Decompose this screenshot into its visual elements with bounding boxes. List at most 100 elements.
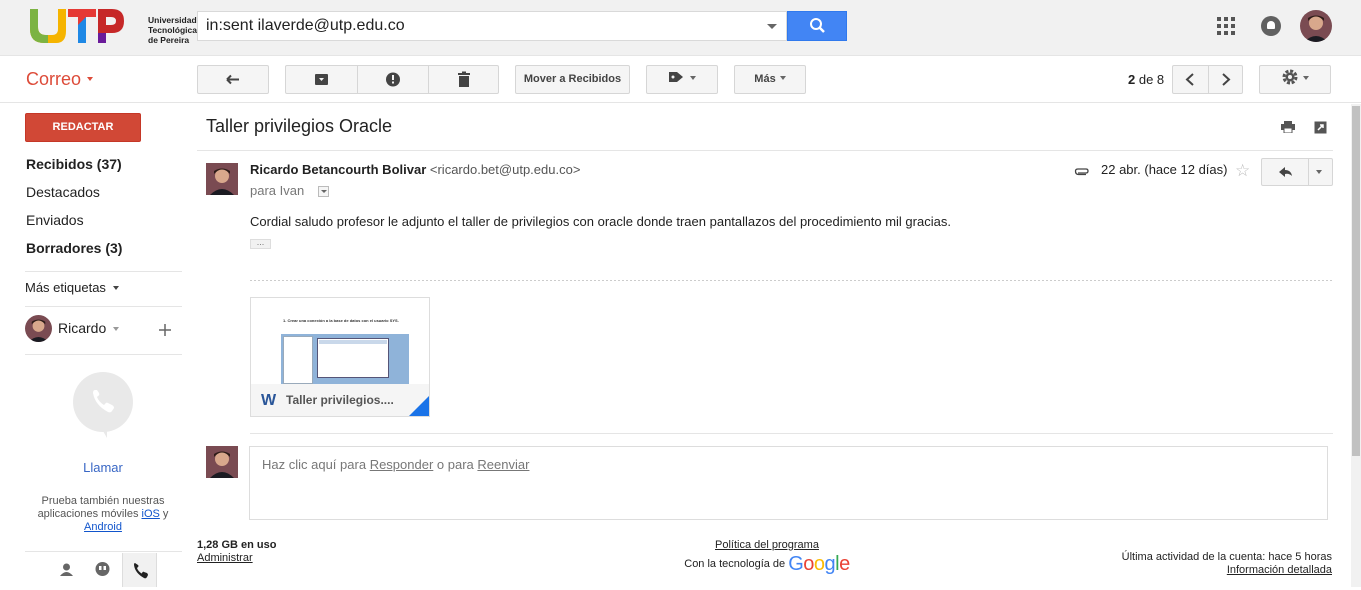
star-icon[interactable]: ☆: [1235, 162, 1250, 179]
notifications-bell-icon[interactable]: [1261, 16, 1281, 36]
divider: [250, 433, 1333, 434]
call-link[interactable]: Llamar: [0, 460, 206, 475]
logo-line-1: Universidad: [148, 15, 197, 25]
message-body: Cordial saludo profesor le adjunto el ta…: [250, 214, 951, 229]
scrollbar-thumb[interactable]: [1352, 106, 1360, 456]
chevron-right-icon: [1222, 73, 1231, 86]
back-button[interactable]: [197, 65, 269, 94]
newer-button[interactable]: [1173, 66, 1208, 93]
tab-contacts[interactable]: [49, 553, 84, 587]
reply-link[interactable]: Responder: [370, 457, 434, 472]
logo-line-3: de Pereira: [148, 35, 190, 45]
android-link[interactable]: Android: [84, 521, 122, 533]
hangouts-user-name: Ricardo: [58, 320, 120, 336]
reply-button[interactable]: [1262, 159, 1308, 185]
sidebar-item-inbox[interactable]: Recibidos (37): [26, 156, 122, 172]
account-activity: Última actividad de la cuenta: hace 5 ho…: [1122, 551, 1332, 577]
print-icon[interactable]: [1281, 121, 1295, 133]
report-spam-button[interactable]: [358, 66, 428, 93]
message-subject: Taller privilegios Oracle: [206, 116, 393, 136]
more-button-label: Más: [754, 73, 776, 85]
gear-icon: [1282, 69, 1298, 85]
sidebar-item-drafts[interactable]: Borradores (3): [26, 240, 122, 256]
pager-current: 2: [1128, 72, 1136, 87]
avatar-image: [206, 163, 238, 195]
utp-logo-mark: [30, 9, 124, 43]
more-labels-label: Más etiquetas: [25, 280, 106, 295]
tab-calls[interactable]: [122, 553, 157, 587]
reply-arrow-icon: [1279, 167, 1292, 177]
compose-button[interactable]: REDACTAR: [25, 113, 141, 142]
attachment-card[interactable]: 1. Crear una conexión a la base de datos…: [250, 297, 430, 417]
reply-button-group: [1261, 158, 1333, 186]
chevron-down-icon: [690, 76, 696, 80]
search-button[interactable]: [787, 11, 847, 41]
storage-info: 1,28 GB en uso Administrar: [197, 539, 276, 565]
spam-icon: [386, 72, 400, 87]
utp-logo[interactable]: Universidad Tecnológica de Pereira: [26, 5, 197, 47]
pager-total: de 8: [1138, 72, 1165, 87]
recipient-line: para Ivan: [250, 183, 305, 198]
archive-button[interactable]: [286, 66, 357, 93]
move-to-inbox-button[interactable]: Mover a Recibidos: [515, 65, 630, 94]
utp-logo-text: Universidad Tecnológica de Pereira: [148, 15, 197, 45]
new-conversation-plus-icon[interactable]: [157, 322, 173, 338]
hangouts-avatar: [25, 315, 52, 342]
sender-line: Ricardo Betancourth Bolivar <ricardo.bet…: [250, 162, 580, 177]
archive-icon: [315, 74, 328, 85]
back-arrow-icon: [226, 74, 239, 85]
sidebar-item-sent[interactable]: Enviados: [26, 212, 84, 228]
mobile-apps-promo: Prueba también nuestras aplicaciones móv…: [30, 495, 176, 534]
manage-storage-link[interactable]: Administrar: [197, 552, 253, 564]
more-labels-toggle[interactable]: Más etiquetas: [25, 280, 119, 295]
last-activity-text: Última actividad de la cuenta: hace 5 ho…: [1121, 551, 1332, 563]
divider: [25, 306, 182, 307]
apps-grid-icon[interactable]: [1217, 17, 1235, 35]
tab-conversations[interactable]: [85, 553, 120, 587]
attachment-screenshot: [281, 334, 409, 384]
sender-name[interactable]: Ricardo Betancourth Bolivar: [250, 162, 426, 177]
divider: [197, 150, 1333, 151]
message-view: Taller privilegios Oracle Ricardo Betanc…: [197, 104, 1351, 587]
search-input[interactable]: [206, 16, 756, 36]
reply-middle: o para: [436, 457, 474, 472]
show-details-caret-icon[interactable]: [318, 186, 329, 197]
promo-conjunction: y: [162, 508, 169, 520]
search-icon: [810, 18, 825, 33]
more-reply-options-button[interactable]: [1309, 159, 1333, 185]
app-switcher[interactable]: Correo: [26, 69, 94, 90]
pager-nav: [1172, 65, 1243, 94]
more-button[interactable]: Más: [734, 65, 806, 94]
avatar-image: [1300, 10, 1332, 42]
quick-reply-box[interactable]: Haz clic aquí para Responder o para Reen…: [249, 446, 1328, 520]
phone-icon: [134, 563, 148, 579]
sidebar-item-starred[interactable]: Destacados: [26, 184, 100, 200]
account-avatar[interactable]: [1300, 10, 1332, 42]
sender-email: <ricardo.bet@utp.edu.co>: [429, 162, 581, 177]
program-policy-link[interactable]: Política del programa: [715, 539, 819, 551]
ios-link[interactable]: iOS: [142, 508, 160, 520]
attachment-filename: Taller privilegios....: [286, 393, 394, 407]
forward-link[interactable]: Reenviar: [477, 457, 529, 472]
activity-details-link[interactable]: Información detallada: [1227, 564, 1332, 576]
chevron-down-icon: [1303, 76, 1309, 80]
labels-button[interactable]: [646, 65, 718, 94]
hangouts-bottom-tabs: [25, 551, 182, 587]
logo-line-2: Tecnológica: [148, 25, 197, 35]
reply-prefix: Haz clic aquí para: [262, 457, 367, 472]
settings-button[interactable]: [1259, 65, 1331, 94]
sender-avatar[interactable]: [206, 163, 238, 195]
chevron-down-icon: [87, 77, 94, 81]
older-button[interactable]: [1209, 66, 1243, 93]
powered-by-text: Con la tecnología de: [684, 558, 786, 570]
google-logo: Google: [788, 553, 850, 575]
delete-button[interactable]: [429, 66, 499, 93]
new-window-icon[interactable]: [1314, 121, 1327, 134]
word-document-icon: W: [261, 392, 277, 409]
scrollbar[interactable]: [1351, 104, 1361, 587]
chevron-left-icon: [1185, 73, 1194, 86]
search-options-caret-icon[interactable]: [767, 24, 777, 29]
top-bar: Universidad Tecnológica de Pereira: [0, 0, 1361, 56]
show-trimmed-content-button[interactable]: ...: [250, 238, 271, 249]
dotted-divider: [250, 280, 1333, 281]
